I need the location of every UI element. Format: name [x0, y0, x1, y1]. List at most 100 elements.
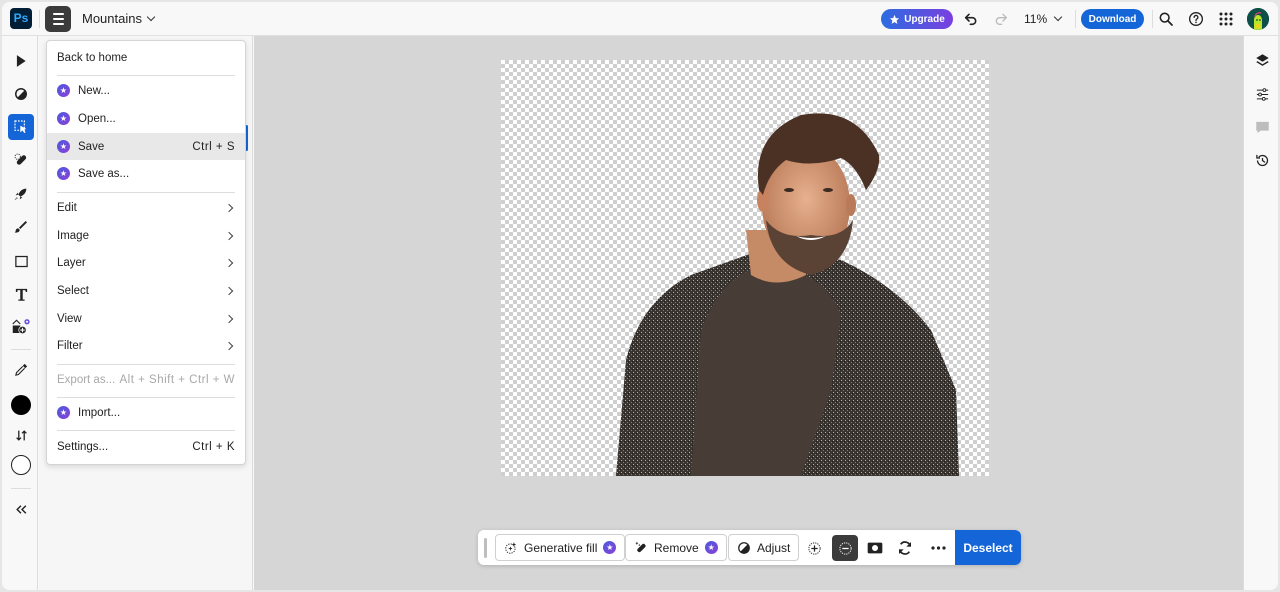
- taskbar-drag-handle[interactable]: [484, 538, 487, 558]
- mask-button[interactable]: [862, 535, 888, 561]
- adjustment-tool[interactable]: [8, 81, 34, 107]
- rocket-icon: [14, 188, 27, 201]
- deselect-button[interactable]: Deselect: [955, 530, 1021, 565]
- portrait-image: [616, 113, 959, 476]
- brush-tool[interactable]: [8, 214, 34, 240]
- menu-divider: [57, 364, 235, 365]
- document-canvas[interactable]: [501, 60, 989, 476]
- search-button[interactable]: [1155, 8, 1177, 30]
- text-icon: [15, 288, 27, 301]
- foreground-color: [11, 395, 31, 415]
- help-button[interactable]: [1185, 8, 1207, 30]
- chevron-down-icon: [146, 12, 156, 21]
- chevron-down-icon: [1053, 12, 1063, 22]
- chevron-right-icon: [224, 231, 234, 240]
- eyedropper-tool[interactable]: [8, 356, 34, 382]
- premium-star-icon: ★: [603, 541, 617, 554]
- premium-star-icon: ★: [704, 541, 718, 554]
- arrow-pointer-icon: [16, 55, 26, 67]
- undo-button[interactable]: [960, 8, 982, 30]
- download-button[interactable]: Download: [1081, 9, 1144, 29]
- comments-button[interactable]: [1250, 115, 1274, 139]
- adjustments-icon: [1256, 87, 1268, 101]
- eyedropper-icon: [14, 363, 27, 376]
- invert-selection-button[interactable]: [892, 535, 918, 561]
- menu-item-image[interactable]: Image: [47, 222, 245, 249]
- menu-item-layer[interactable]: Layer: [47, 249, 245, 276]
- photoshop-logo[interactable]: Ps: [10, 8, 32, 29]
- healing-tool[interactable]: [8, 147, 34, 173]
- object-selection-icon: [14, 120, 27, 133]
- menu-divider: [57, 430, 235, 431]
- contextual-taskbar: Generative fill ★ Remove ★ Adjust Desele…: [478, 530, 1021, 565]
- selection-tool[interactable]: [8, 114, 34, 140]
- subtract-from-selection-button[interactable]: [832, 535, 858, 561]
- adjustments-button[interactable]: [1250, 82, 1274, 106]
- divider: [11, 488, 31, 489]
- more-options-button[interactable]: [925, 535, 951, 561]
- left-toolbar: [2, 36, 38, 590]
- collapse-toolbar-button[interactable]: [8, 496, 34, 522]
- menu-item-settings[interactable]: Settings... Ctrl + K: [47, 433, 245, 460]
- premium-star-icon: ★: [57, 167, 70, 180]
- menu-item-new[interactable]: ★ New...: [47, 77, 245, 104]
- right-toolbar: [1243, 36, 1278, 590]
- help-icon: [1189, 12, 1203, 26]
- shortcut-label: Ctrl + S: [192, 140, 235, 153]
- divider: [39, 10, 40, 28]
- layers-button[interactable]: [1250, 48, 1274, 72]
- divider: [1075, 10, 1076, 28]
- search-icon: [1159, 12, 1173, 26]
- add-image-icon: [12, 319, 30, 335]
- avatar-image: [1247, 8, 1269, 30]
- foreground-color-swatch[interactable]: [8, 392, 34, 418]
- double-chevron-left-icon: [15, 504, 26, 514]
- star-icon: [890, 14, 900, 24]
- shape-tool[interactable]: [8, 248, 34, 274]
- main-menu-button[interactable]: [45, 6, 71, 32]
- background-color: [11, 455, 31, 475]
- quick-actions-tool[interactable]: [8, 181, 34, 207]
- shortcut-label: Alt + Shift + Ctrl + W: [119, 373, 235, 386]
- background-color-swatch[interactable]: [8, 452, 34, 478]
- generative-fill-button[interactable]: Generative fill ★: [495, 534, 626, 561]
- add-image-tool[interactable]: [8, 314, 34, 340]
- apps-grid-icon: [1219, 12, 1233, 26]
- menu-item-select[interactable]: Select: [47, 277, 245, 304]
- add-to-selection-icon: [807, 541, 821, 555]
- contrast-icon: [738, 541, 750, 554]
- user-avatar[interactable]: [1247, 8, 1269, 30]
- move-tool[interactable]: [8, 48, 34, 74]
- menu-divider: [57, 75, 235, 76]
- remove-tool-icon: [635, 541, 646, 552]
- menu-item-open[interactable]: ★ Open...: [47, 105, 245, 132]
- apps-button[interactable]: [1215, 8, 1237, 30]
- menu-item-filter[interactable]: Filter: [47, 332, 245, 359]
- comment-icon: [1255, 121, 1269, 133]
- menu-item-save[interactable]: ★ Save Ctrl + S: [47, 133, 245, 160]
- layers-icon: [1255, 53, 1269, 66]
- upgrade-button[interactable]: Upgrade: [881, 9, 953, 29]
- menu-divider: [57, 192, 235, 193]
- adjust-button[interactable]: Adjust: [728, 534, 800, 561]
- redo-button[interactable]: [990, 8, 1012, 30]
- menu-divider: [57, 397, 235, 398]
- bandage-icon: [14, 153, 27, 165]
- zoom-level-dropdown[interactable]: 11%: [1024, 12, 1063, 26]
- menu-item-view[interactable]: View: [47, 305, 245, 332]
- menu-item-save-as[interactable]: ★ Save as...: [47, 160, 245, 187]
- document-title-dropdown[interactable]: Mountains: [82, 11, 156, 26]
- divider: [11, 349, 31, 350]
- add-to-selection-button[interactable]: [801, 535, 827, 561]
- text-tool[interactable]: [8, 281, 34, 307]
- photoshop-web-app: Ps Mountains Upgrade 11% Download Genera…: [2, 2, 1278, 590]
- history-button[interactable]: [1250, 148, 1274, 172]
- swap-colors-button[interactable]: [8, 422, 34, 448]
- invert-selection-icon: [898, 541, 912, 555]
- brush-icon: [14, 221, 27, 233]
- premium-star-icon: ★: [57, 140, 70, 153]
- menu-item-back-to-home[interactable]: Back to home: [47, 44, 245, 71]
- remove-button[interactable]: Remove ★: [625, 534, 727, 561]
- menu-item-import[interactable]: ★ Import...: [47, 399, 245, 426]
- menu-item-edit[interactable]: Edit: [47, 194, 245, 221]
